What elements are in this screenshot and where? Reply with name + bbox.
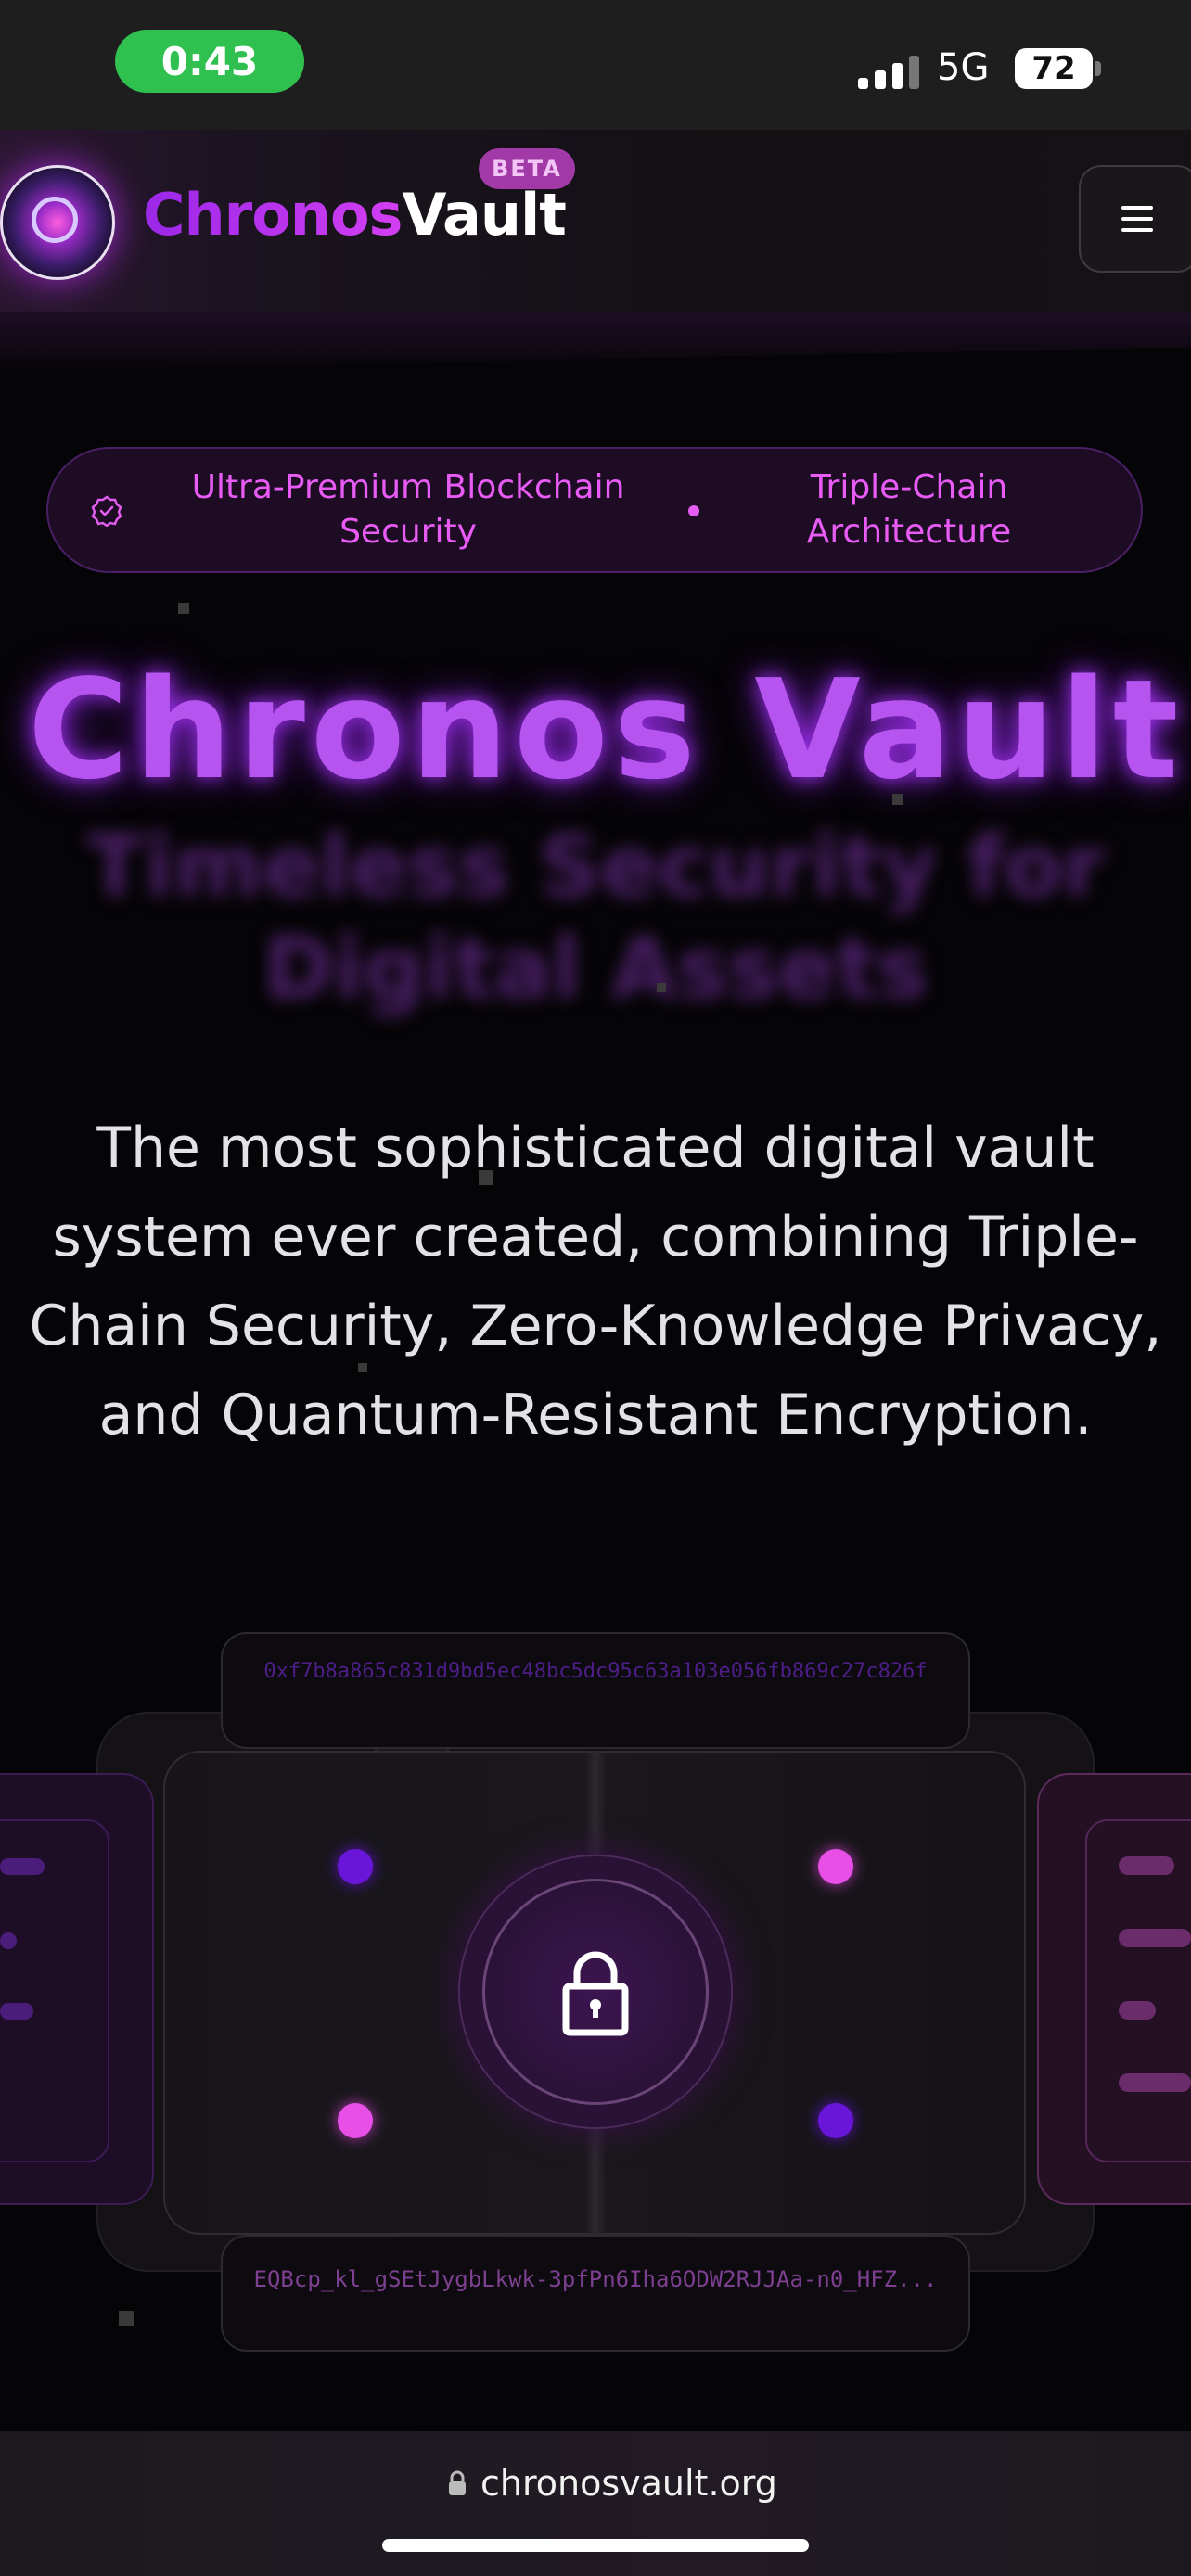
network-type: 5G	[937, 46, 990, 89]
lock-icon	[449, 2470, 466, 2495]
hero-subtitle: Timeless Security for Digital Assets	[85, 817, 1106, 1018]
vault-bolt-pink	[818, 1849, 853, 1884]
feature-item-architecture: Triple-Chain Architecture	[806, 468, 1012, 551]
feature-separator-dot	[688, 505, 699, 516]
ton-address: EQBcp_kl_gSEtJygbLkwk-3pfPn6Iha6ODW2RJJA…	[253, 2266, 938, 2292]
background-speck	[178, 603, 189, 614]
background-speck	[358, 1363, 367, 1372]
right-panel-bar	[1119, 2001, 1156, 2020]
vault-bolt-purple	[818, 2103, 853, 2138]
logo-vault-dial-icon	[32, 197, 78, 243]
battery-icon: 72	[1015, 48, 1093, 89]
left-panel-bar	[0, 2003, 33, 2020]
verified-badge-icon	[91, 495, 122, 527]
home-indicator[interactable]	[382, 2539, 809, 2552]
left-panel-bar	[0, 1858, 45, 1875]
padlock-icon	[562, 1951, 629, 2036]
background-speck	[657, 983, 666, 992]
background-speck	[479, 1170, 493, 1185]
browser-address-bar[interactable]	[0, 2431, 1191, 2576]
hash-card-top	[221, 1632, 970, 1749]
right-panel-bar	[1119, 1929, 1191, 1947]
right-panel-bar	[1119, 1856, 1174, 1875]
hero-title: Chronos Vault	[28, 650, 1185, 810]
signal-icon	[858, 50, 919, 89]
header-band	[0, 312, 1191, 371]
brand-name[interactable]: ChronosVault	[143, 181, 567, 249]
vault-bolt-pink	[338, 2103, 373, 2138]
feature-item-security: Ultra-Premium Blockchain Security	[191, 468, 625, 551]
brand-name-second: Vault	[402, 181, 566, 249]
left-panel-bar	[0, 1932, 17, 1949]
battery-nub	[1095, 61, 1101, 76]
hash-card-bottom	[221, 2235, 970, 2352]
background-speck	[892, 794, 903, 805]
brand-name-first: Chronos	[143, 181, 403, 249]
beta-badge: BETA	[479, 148, 575, 189]
background-speck	[119, 2311, 134, 2326]
status-time: 0:43	[115, 30, 304, 93]
url-text[interactable]: chronosvault.org	[480, 2463, 777, 2504]
vault-bolt-purple	[338, 1849, 373, 1884]
hero-description: The most sophisticated digital vault sys…	[29, 1116, 1162, 1447]
ethereum-hash: 0xf7b8a865c831d9bd5ec48bc5dc95c63a103e05…	[263, 1660, 928, 1683]
right-panel-bar	[1119, 2073, 1191, 2092]
hamburger-menu-icon[interactable]	[1079, 165, 1191, 273]
